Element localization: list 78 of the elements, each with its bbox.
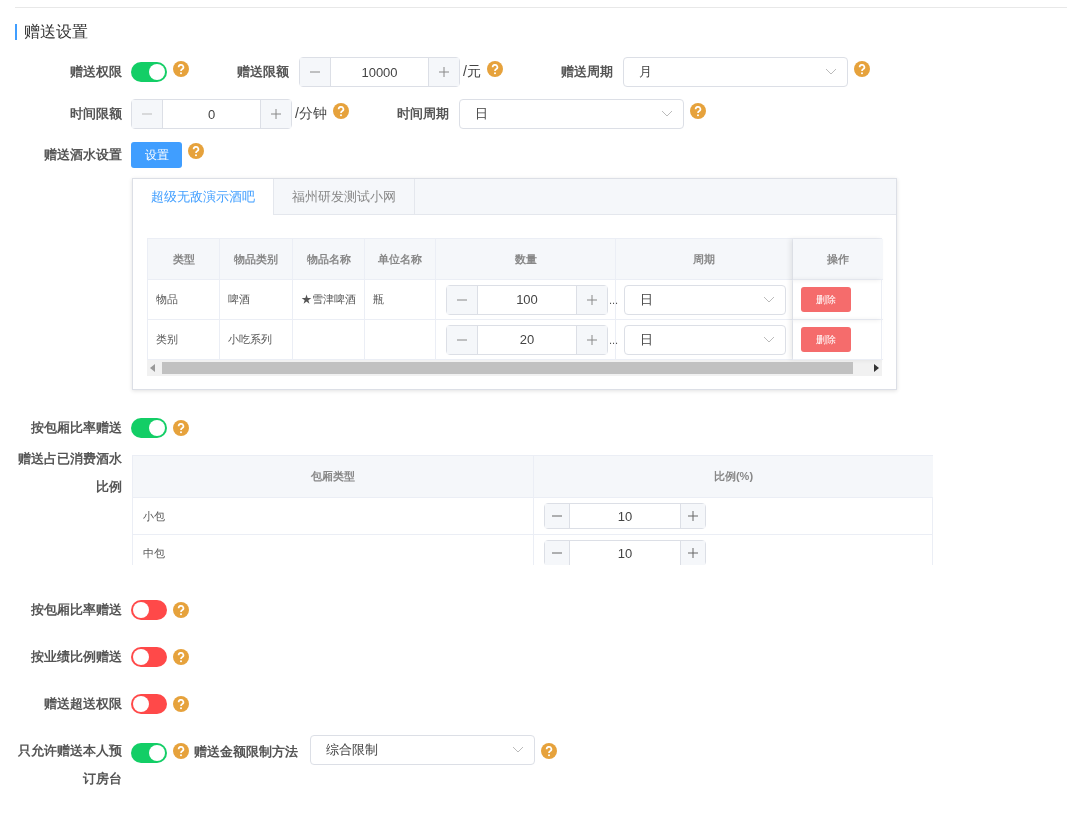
toggle-switch[interactable] — [131, 418, 167, 438]
field-label: 赠送金额限制方法 — [194, 743, 298, 761]
chevron-down-icon — [660, 110, 673, 118]
column-header: 数量 — [436, 239, 616, 280]
field-label: 赠送占已消费酒水比例 — [17, 450, 122, 496]
tab[interactable]: 福州研发测试小网 — [274, 179, 415, 214]
help-icon[interactable] — [173, 602, 189, 618]
section-title: 赠送设置 — [24, 21, 88, 42]
field-label: 只允许赠送本人预订房台 — [17, 742, 122, 788]
toggle-switch[interactable] — [131, 743, 167, 763]
field-label: 赠送限额 — [236, 63, 289, 81]
chevron-down-icon — [512, 746, 524, 754]
column-header: 物品名称 — [293, 239, 365, 280]
table-cell: ★雪津啤酒 — [293, 280, 365, 320]
number-stepper[interactable]: 10 — [544, 540, 706, 565]
help-icon[interactable] — [689, 103, 706, 119]
column-header: 操作 — [793, 239, 883, 280]
plus-icon[interactable] — [587, 334, 597, 345]
unit-label: /元 — [463, 63, 481, 81]
unit-label: /分钟 — [295, 105, 327, 123]
table-cell: 物品 — [148, 280, 220, 320]
plus-icon[interactable] — [271, 109, 281, 119]
chevron-down-icon — [763, 295, 775, 304]
toggle-switch[interactable] — [131, 694, 167, 714]
scroll-left-icon[interactable] — [150, 364, 156, 372]
field-label: 按包厢比率赠送 — [30, 601, 122, 619]
column-header: 比例(%) — [534, 456, 933, 498]
cycle-select[interactable]: 月 — [622, 57, 848, 87]
plus-icon[interactable] — [688, 511, 698, 521]
table-cell: 啤酒 — [220, 280, 293, 320]
title-marker — [15, 24, 17, 40]
column-header: 类型 — [148, 239, 220, 280]
period-select[interactable]: 日 — [624, 324, 786, 355]
column-header: 包厢类型 — [133, 456, 534, 498]
table-cell: 小包 — [133, 498, 534, 535]
field-label: 赠送超送权限 — [43, 695, 122, 713]
plus-icon[interactable] — [587, 294, 597, 305]
overflow-ellipsis: ... — [609, 333, 619, 346]
help-icon[interactable] — [173, 61, 189, 77]
period-select[interactable]: 日 — [624, 284, 786, 315]
chevron-down-icon — [824, 68, 837, 76]
field-label: 赠送权限 — [69, 63, 122, 81]
table-cell: 中包 — [133, 535, 534, 565]
help-icon[interactable] — [486, 61, 503, 77]
field-label: 时间限额 — [69, 105, 122, 123]
help-icon[interactable] — [332, 103, 349, 119]
toggle-switch[interactable] — [131, 647, 167, 667]
field-label: 按业绩比例赠送 — [30, 648, 122, 666]
toggle-switch[interactable] — [131, 62, 167, 82]
help-icon[interactable] — [173, 696, 189, 712]
plus-icon[interactable] — [688, 548, 698, 558]
table-cell: 瓶 — [365, 280, 436, 320]
cycle-select[interactable]: 日 — [458, 99, 684, 129]
help-icon[interactable] — [173, 420, 189, 436]
column-header: 单位名称 — [365, 239, 436, 280]
field-label: 按包厢比率赠送 — [30, 419, 122, 437]
number-stepper[interactable]: 10000 — [299, 57, 460, 87]
field-label: 赠送酒水设置 — [43, 146, 122, 164]
scroll-right-icon[interactable] — [873, 364, 879, 372]
help-icon[interactable] — [541, 743, 557, 759]
help-icon[interactable] — [173, 649, 189, 665]
number-stepper[interactable]: 100 — [446, 284, 608, 315]
number-stepper[interactable]: 10 — [544, 503, 706, 529]
chevron-down-icon — [763, 335, 775, 344]
help-icon[interactable] — [188, 143, 204, 159]
column-header: 物品类别 — [220, 239, 293, 280]
help-icon[interactable] — [173, 743, 189, 759]
plus-icon[interactable] — [439, 67, 449, 77]
help-icon[interactable] — [853, 61, 870, 77]
number-stepper[interactable]: 0 — [131, 99, 292, 129]
overflow-ellipsis: ... — [609, 293, 619, 306]
number-stepper[interactable]: 20 — [446, 324, 608, 355]
horizontal-scrollbar[interactable] — [147, 360, 882, 376]
method-select[interactable]: 综合限制 — [310, 735, 535, 765]
toggle-switch[interactable] — [131, 600, 167, 620]
field-label: 赠送周期 — [559, 63, 613, 81]
field-label: 时间周期 — [395, 105, 449, 123]
column-header: 周期 — [616, 239, 793, 280]
